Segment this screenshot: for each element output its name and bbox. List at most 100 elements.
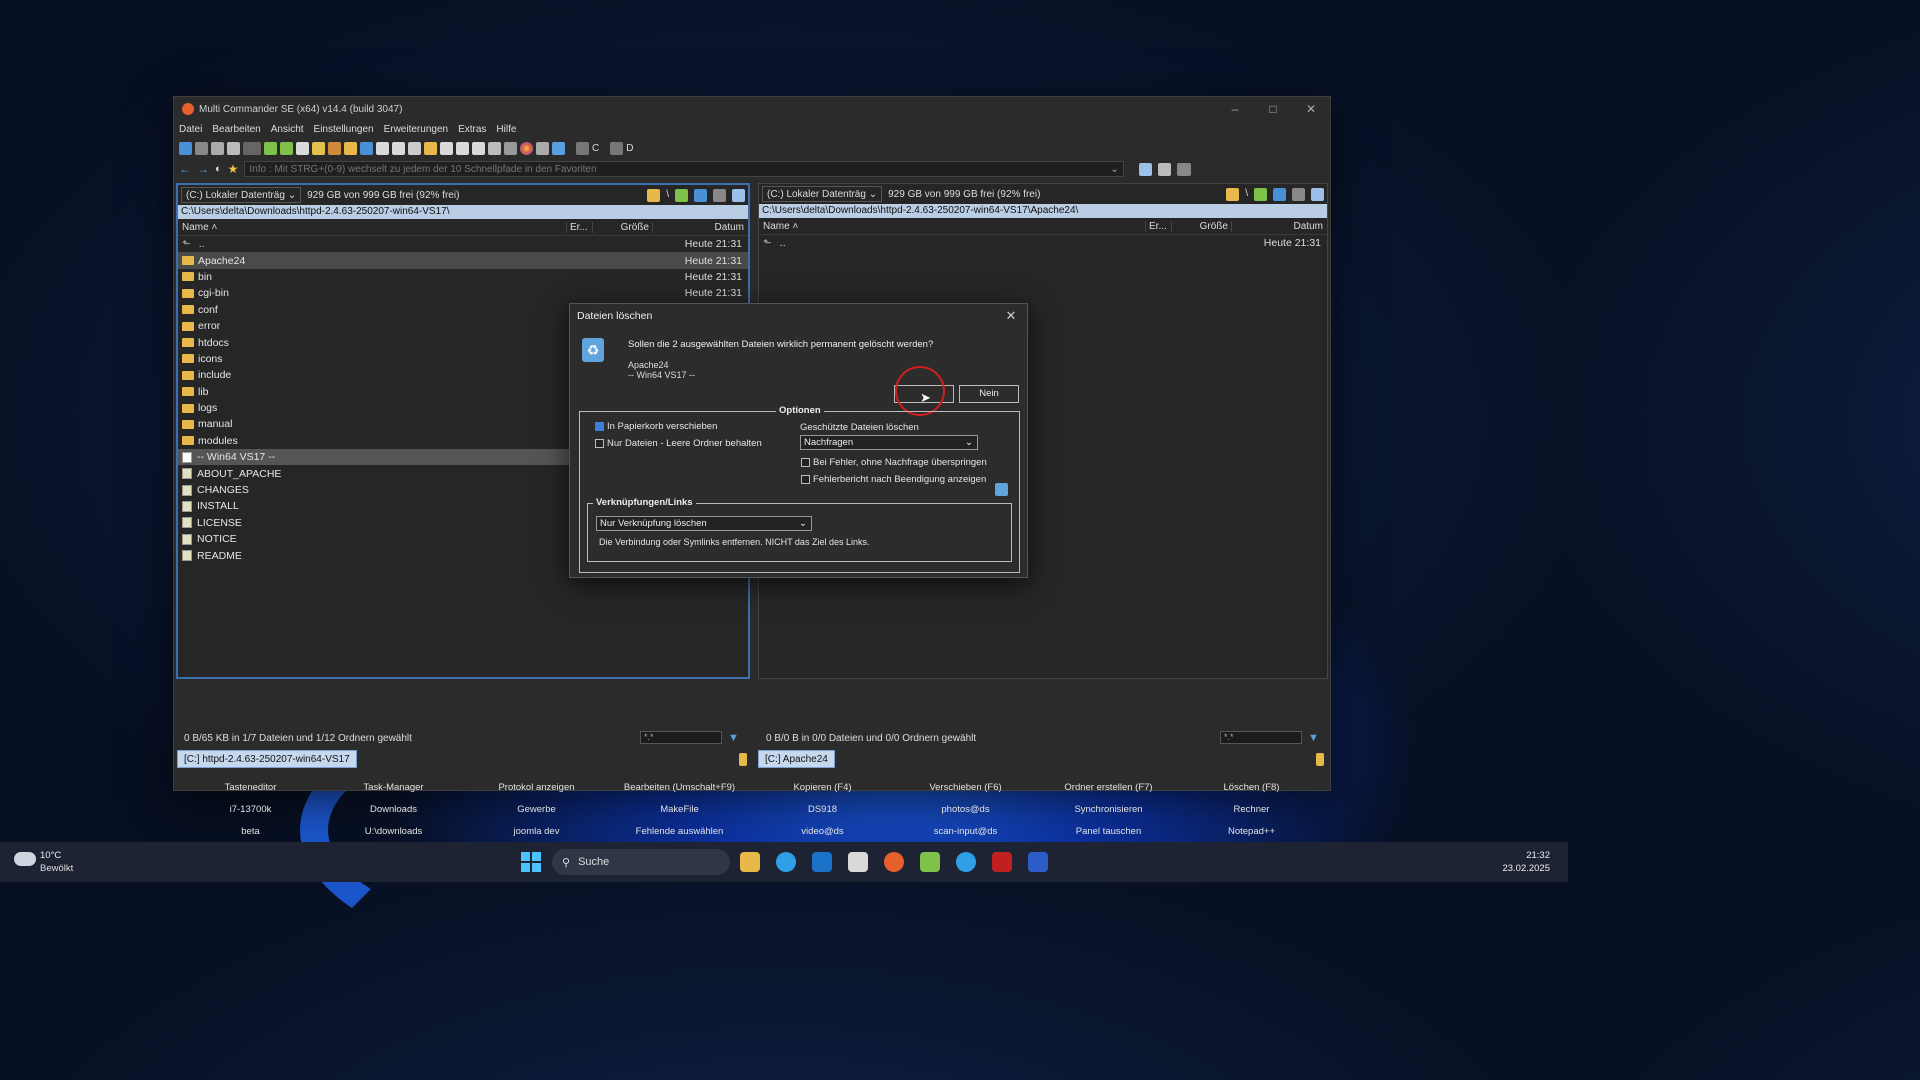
- menu-ansicht[interactable]: Ansicht: [271, 124, 304, 135]
- view-icon[interactable]: [243, 141, 261, 155]
- col-date[interactable]: Datum: [1231, 220, 1327, 232]
- parent-icon[interactable]: [675, 188, 688, 202]
- col-ext[interactable]: Er...: [566, 221, 592, 233]
- layout-icon[interactable]: [1157, 162, 1171, 176]
- color-icon[interactable]: [520, 141, 533, 155]
- function-button[interactable]: i7-13700k: [179, 799, 322, 821]
- checkbox-icon[interactable]: [595, 439, 604, 448]
- cut-icon[interactable]: [195, 141, 208, 155]
- links-select[interactable]: Nur Verknüpfung löschen ⌄: [596, 516, 812, 531]
- history-icon[interactable]: ◐: [215, 163, 222, 175]
- multicommander-icon[interactable]: [884, 852, 904, 872]
- find-icon[interactable]: [408, 141, 421, 155]
- function-button[interactable]: Panel tauschen: [1037, 821, 1180, 843]
- app-icon[interactable]: [992, 852, 1012, 872]
- clock-date[interactable]: 23.02.2025: [1502, 863, 1550, 874]
- function-button[interactable]: joomla dev: [465, 821, 608, 843]
- paste-icon[interactable]: [227, 141, 240, 155]
- function-button[interactable]: Verschieben (F6): [894, 777, 1037, 799]
- filter-icon[interactable]: ▼: [728, 732, 739, 744]
- checkbox-icon[interactable]: [801, 475, 810, 484]
- maximize-icon[interactable]: □: [1254, 97, 1292, 121]
- refresh-icon[interactable]: [1273, 187, 1286, 201]
- root-icon[interactable]: \: [666, 189, 669, 202]
- list-item[interactable]: cgi-bin Heute 21:31: [178, 285, 748, 301]
- folder-icon[interactable]: [424, 141, 437, 155]
- path-bar[interactable]: C:\Users\delta\Downloads\httpd-2.4.63-25…: [759, 204, 1327, 218]
- dialog-close-icon[interactable]: ✕: [1001, 304, 1021, 328]
- refresh-icon[interactable]: [694, 188, 707, 202]
- menu-hilfe[interactable]: Hilfe: [496, 124, 516, 135]
- command-input[interactable]: [244, 161, 1125, 177]
- function-button[interactable]: Downloads: [322, 799, 465, 821]
- function-button[interactable]: Ordner erstellen (F7): [1037, 777, 1180, 799]
- store-icon[interactable]: [848, 852, 868, 872]
- tools-icon[interactable]: [713, 188, 726, 202]
- papierkorb-checkbox[interactable]: In Papierkorb verschieben: [595, 421, 717, 432]
- function-button[interactable]: beta: [179, 821, 322, 843]
- word-icon[interactable]: [1028, 852, 1048, 872]
- document-icon[interactable]: [392, 141, 405, 155]
- browser-icon[interactable]: [956, 852, 976, 872]
- copy-icon[interactable]: [211, 141, 224, 155]
- function-button[interactable]: Notepad++: [1180, 821, 1323, 843]
- view-mode-icon[interactable]: [732, 188, 745, 202]
- drive-c-label[interactable]: C: [592, 143, 599, 154]
- menu-erweiterungen[interactable]: Erweiterungen: [384, 124, 448, 135]
- drive-c-icon[interactable]: [576, 141, 589, 155]
- new-file-icon[interactable]: [264, 141, 277, 155]
- edge-icon[interactable]: [776, 852, 796, 872]
- document-icon[interactable]: [472, 141, 485, 155]
- col-size[interactable]: Größe: [1171, 220, 1231, 232]
- chevron-down-icon[interactable]: ⌄: [1110, 164, 1118, 175]
- tab-apache24[interactable]: [C:] Apache24: [758, 750, 835, 768]
- drive-select[interactable]: (C:) Lokaler Datenträg ⌄: [181, 187, 302, 203]
- menu-extras[interactable]: Extras: [458, 124, 486, 135]
- function-button[interactable]: Synchronisieren: [1037, 799, 1180, 821]
- windows-start-icon[interactable]: [521, 852, 541, 872]
- checkbox-checked-icon[interactable]: [595, 422, 604, 431]
- function-button[interactable]: scan-input@ds: [894, 821, 1037, 843]
- terminal-icon[interactable]: [536, 141, 549, 155]
- bookmark-icon[interactable]: [739, 752, 747, 766]
- layout-icon[interactable]: [1138, 162, 1152, 176]
- protected-select[interactable]: Nachfragen ⌄: [800, 435, 978, 450]
- package-icon[interactable]: [328, 141, 341, 155]
- archive-icon[interactable]: [312, 141, 325, 155]
- menu-datei[interactable]: Datei: [179, 124, 202, 135]
- no-button[interactable]: Nein: [959, 385, 1019, 403]
- col-name[interactable]: Name ˄: [178, 222, 566, 233]
- weather-desc[interactable]: Bewölkt: [40, 863, 73, 874]
- weather-temp[interactable]: 10°C: [40, 850, 61, 861]
- console-icon[interactable]: [1176, 162, 1191, 176]
- parent-icon[interactable]: [1254, 187, 1267, 201]
- outlook-icon[interactable]: [812, 852, 832, 872]
- list-item[interactable]: ⬑.. Heute 21:31: [759, 235, 1327, 251]
- function-button[interactable]: Kopieren (F4): [751, 777, 894, 799]
- cloud-icon[interactable]: [14, 852, 36, 866]
- function-button[interactable]: Fehlende auswählen: [608, 821, 751, 843]
- col-date[interactable]: Datum: [652, 221, 748, 233]
- close-icon[interactable]: ✕: [1292, 97, 1330, 121]
- document-icon[interactable]: [376, 141, 389, 155]
- root-icon[interactable]: \: [1245, 188, 1248, 201]
- function-button[interactable]: Löschen (F8): [1180, 777, 1323, 799]
- col-size[interactable]: Größe: [592, 221, 652, 233]
- new-file-icon[interactable]: [280, 141, 293, 155]
- drive-d-icon[interactable]: [610, 141, 624, 155]
- list-item[interactable]: ⬑.. Heute 21:31: [178, 236, 748, 252]
- drive-select[interactable]: (C:) Lokaler Datenträg ⌄: [762, 186, 883, 202]
- function-button[interactable]: DS918: [751, 799, 894, 821]
- document-icon[interactable]: [440, 141, 453, 155]
- notepadpp-icon[interactable]: [920, 852, 940, 872]
- function-button[interactable]: Tasteneditor: [179, 777, 322, 799]
- folder-tree-icon[interactable]: [1226, 187, 1240, 201]
- bericht-checkbox[interactable]: Fehlerbericht nach Beendigung anzeigen: [801, 474, 986, 485]
- nurdateien-checkbox[interactable]: Nur Dateien - Leere Ordner behalten: [595, 438, 762, 449]
- edit-file-icon[interactable]: [296, 141, 309, 155]
- refresh-icon[interactable]: [179, 141, 192, 155]
- function-button[interactable]: Rechner: [1180, 799, 1323, 821]
- window-icon[interactable]: [552, 141, 565, 155]
- function-button[interactable]: photos@ds: [894, 799, 1037, 821]
- trash-icon[interactable]: [488, 141, 501, 155]
